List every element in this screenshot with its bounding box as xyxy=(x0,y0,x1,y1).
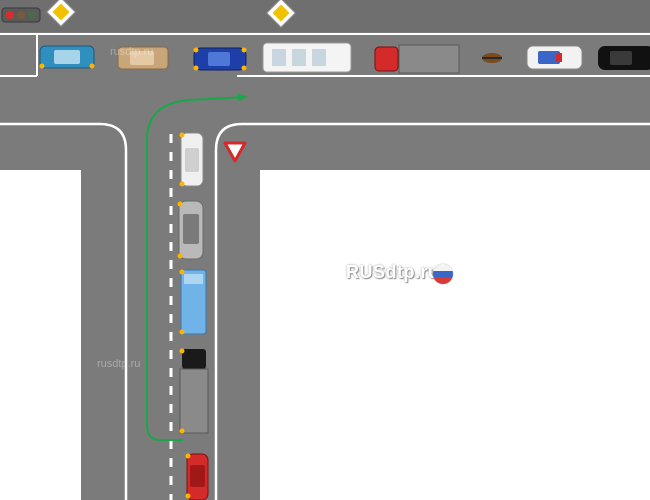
turn-signal xyxy=(193,47,199,53)
black-car xyxy=(598,46,650,70)
land-left xyxy=(0,170,81,500)
blue-van xyxy=(180,269,207,335)
land-right xyxy=(260,170,650,500)
intersection-scene xyxy=(0,0,650,500)
turn-signal xyxy=(179,348,185,354)
white-minibus xyxy=(262,42,352,73)
turn-signal xyxy=(179,132,185,138)
turn-signal xyxy=(39,63,45,69)
police-car xyxy=(526,45,583,70)
watermark-logo: RUSdtp.ru xyxy=(346,262,440,282)
turn-signal xyxy=(185,493,191,499)
turn-signal xyxy=(241,47,247,53)
car-teal xyxy=(39,45,95,69)
main-road-top-shoulder xyxy=(0,0,650,32)
turn-signal xyxy=(179,428,185,434)
red-truck xyxy=(374,44,460,74)
turn-signal xyxy=(241,65,247,71)
turn-signal xyxy=(177,253,183,259)
watermark-top: rusdtp.ru xyxy=(110,46,154,58)
silver-car xyxy=(178,200,204,260)
land-blocks xyxy=(0,126,650,500)
turn-signal xyxy=(185,453,191,459)
turn-signal xyxy=(179,181,185,187)
white-car xyxy=(180,132,204,187)
turn-signal xyxy=(89,63,95,69)
motorcycle xyxy=(482,53,502,63)
russian-flag-icon xyxy=(433,264,453,284)
turn-signal xyxy=(177,201,183,207)
turn-signal xyxy=(179,329,185,335)
traffic-light xyxy=(1,7,41,23)
gray-truck xyxy=(179,349,209,434)
watermark-left: rusdtp.ru xyxy=(97,358,141,370)
red-car xyxy=(186,453,209,500)
turn-signal xyxy=(179,269,185,275)
car-blue xyxy=(193,47,247,71)
turn-signal xyxy=(193,65,199,71)
